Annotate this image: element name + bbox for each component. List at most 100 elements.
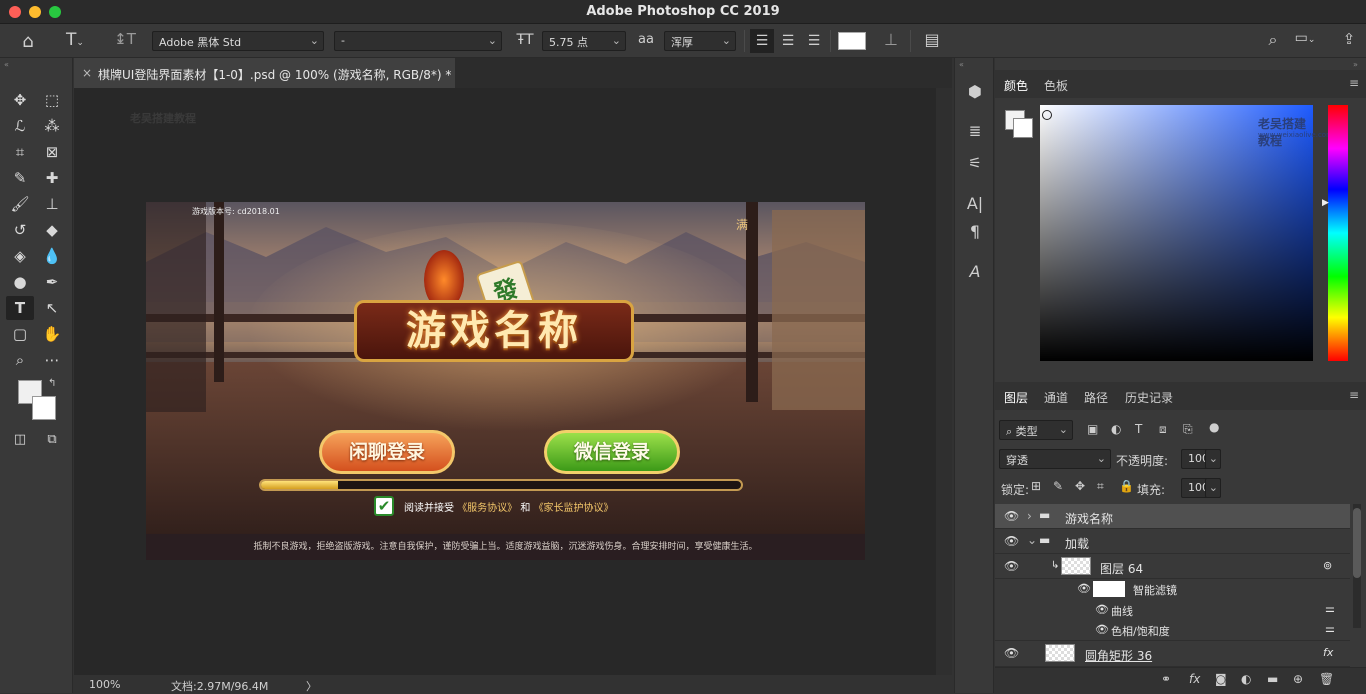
visibility-eye-icon[interactable]: 👁 xyxy=(1004,509,1019,523)
mask-icon[interactable]: ◙ xyxy=(1215,672,1227,686)
text-color-swatch[interactable] xyxy=(838,32,866,50)
opacity-dropdown[interactable]: ⌄ xyxy=(1205,449,1221,469)
tab-channels[interactable]: 通道 xyxy=(1044,389,1068,406)
collapse-panels-icon[interactable]: » xyxy=(1353,60,1358,69)
background-color-swatch[interactable] xyxy=(32,396,56,420)
visibility-eye-icon[interactable]: 👁 xyxy=(1004,534,1019,548)
type-tool-icon[interactable]: T⌄ xyxy=(58,30,92,50)
align-right-icon[interactable]: ☰ xyxy=(802,29,826,53)
font-style-select[interactable]: - ⌄ xyxy=(334,31,502,51)
pixel-filter-icon[interactable]: ▣ xyxy=(1087,422,1098,436)
guardian-agreement-link[interactable]: 《家长监护协议》 xyxy=(534,503,614,514)
layers-panel-menu-icon[interactable]: ≡ xyxy=(1349,388,1359,402)
panels-icon[interactable]: ▤ xyxy=(920,30,944,49)
blur-tool-icon[interactable]: 💧 xyxy=(38,244,66,268)
tab-paths[interactable]: 路径 xyxy=(1084,389,1108,406)
visibility-eye-icon[interactable]: 👁 xyxy=(1004,559,1019,573)
filter-visibility-eye-icon[interactable]: 👁 xyxy=(1095,623,1109,636)
service-agreement-link[interactable]: 《服务协议》 xyxy=(457,503,517,514)
tab-color[interactable]: 颜色 xyxy=(1004,77,1028,94)
link-icon[interactable]: ⚭ xyxy=(1161,672,1171,686)
smart-object-filter-icon[interactable]: ⎘ xyxy=(1183,422,1193,437)
font-size-select[interactable]: 5.75 点 ⌄ xyxy=(542,31,626,51)
character-panel-icon[interactable]: A| xyxy=(963,194,987,213)
agree-checkbox[interactable]: ✔ xyxy=(374,496,394,516)
quick-mask-icon[interactable]: ◫ xyxy=(6,428,34,452)
align-center-icon[interactable]: ☰ xyxy=(776,29,800,53)
fill-dropdown[interactable]: ⌄ xyxy=(1205,478,1221,498)
wechat-login-button[interactable]: 微信登录 xyxy=(544,430,680,474)
type-tool-icon[interactable]: T xyxy=(6,296,34,320)
magic-wand-tool-icon[interactable]: ⁂ xyxy=(38,114,66,138)
antialias-select[interactable]: 浑厚 ⌄ xyxy=(664,31,736,51)
text-orientation-icon[interactable]: ↨T xyxy=(114,30,136,48)
hue-slider-handle[interactable]: ▶ xyxy=(1322,198,1329,208)
properties-icon[interactable]: ⚟ xyxy=(963,154,987,172)
workspace-icon[interactable]: ▭⌄ xyxy=(1290,30,1320,46)
layers-scrollbar-thumb[interactable] xyxy=(1353,508,1361,578)
lock-all-icon[interactable]: 🔒 xyxy=(1119,479,1134,493)
paragraph-panel-icon[interactable]: ¶ xyxy=(963,222,987,241)
layer-row[interactable]: 👁 › ▬ 游戏名称 xyxy=(995,504,1350,529)
screen-mode-icon[interactable]: ⧉ xyxy=(38,428,66,452)
lock-pixels-icon[interactable]: ✎ xyxy=(1053,479,1063,493)
lock-artboard-icon[interactable]: ⌗ xyxy=(1097,479,1104,494)
move-tool-icon[interactable]: ✥ xyxy=(6,88,34,112)
folder-icon[interactable]: ▬ xyxy=(1267,672,1278,686)
shape-tool-icon[interactable]: ▢ xyxy=(6,322,34,346)
share-icon[interactable]: ⇪ xyxy=(1338,30,1360,48)
lock-transparency-icon[interactable]: ⊞ xyxy=(1031,479,1041,493)
guest-login-button[interactable]: 闲聊登录 xyxy=(319,430,455,474)
path-selection-tool-icon[interactable]: ↖ xyxy=(38,296,66,320)
color-picker-field[interactable]: 老吴搭建教程 www.weixiaolive.com xyxy=(1040,105,1333,361)
swap-colors-icon[interactable]: ↰ xyxy=(48,378,56,389)
marquee-tool-icon[interactable]: ⬚ xyxy=(38,88,66,112)
hue-slider[interactable] xyxy=(1328,105,1348,361)
layer-filter-select[interactable]: ⌕ 类型 ⌄ xyxy=(999,420,1073,440)
adjustment-icon[interactable]: ◐ xyxy=(1241,672,1251,686)
collapse-column-icon[interactable]: « xyxy=(959,60,964,69)
brush-settings-icon[interactable]: ≣ xyxy=(963,122,987,140)
tab-layers[interactable]: 图层 xyxy=(1004,389,1028,406)
canvas-vertical-scrollbar[interactable] xyxy=(936,88,952,675)
eraser-tool-icon[interactable]: ◆ xyxy=(38,218,66,242)
home-icon[interactable]: ⌂ xyxy=(16,31,40,52)
fx-icon[interactable]: fx xyxy=(1189,672,1200,686)
chevron-down-icon[interactable]: ⌄ xyxy=(1027,533,1037,547)
warp-text-icon[interactable]: ⊥ xyxy=(880,30,902,49)
login-artwork[interactable]: 游戏版本号: cd2018.01 满 發 游戏名称 闲聊登录 微信登录 ✔ 阅读… xyxy=(146,202,865,560)
fx-badge[interactable]: fx xyxy=(1323,646,1333,659)
glyphs-panel-icon[interactable]: A xyxy=(963,262,987,281)
close-document-icon[interactable]: × xyxy=(82,66,92,80)
trash-icon[interactable]: 🗑 xyxy=(1319,672,1334,686)
healing-brush-tool-icon[interactable]: ✚ xyxy=(38,166,66,190)
3d-panel-icon[interactable]: ⬢ xyxy=(963,82,987,101)
color-picker-cursor[interactable] xyxy=(1042,110,1052,120)
layer-row[interactable]: 👁 ↳ 图层 64 ⊚ xyxy=(995,554,1350,579)
history-brush-tool-icon[interactable]: ↺ xyxy=(6,218,34,242)
brush-tool-icon[interactable]: 🖌 xyxy=(6,192,34,216)
filter-toggle-icon[interactable]: ● xyxy=(1209,420,1219,434)
dodge-tool-icon[interactable]: ● xyxy=(6,270,34,294)
zoom-tool-icon[interactable]: ⌕ xyxy=(6,348,34,372)
collapse-toolbox-icon[interactable]: « xyxy=(4,60,9,69)
pen-tool-icon[interactable]: ✒ xyxy=(38,270,66,294)
type-filter-icon[interactable]: T xyxy=(1135,422,1142,436)
document-tab[interactable]: × 棋牌UI登陆界面素材【1-0】.psd @ 100% (游戏名称, RGB/… xyxy=(74,58,455,88)
visibility-eye-icon[interactable]: 👁 xyxy=(1004,646,1019,660)
new-layer-icon[interactable]: ⊕ xyxy=(1293,672,1303,686)
more-tools-icon[interactable]: ⋯ xyxy=(38,348,66,372)
status-menu-arrow[interactable]: 〉 xyxy=(306,678,317,694)
zoom-level[interactable]: 100% xyxy=(89,678,120,691)
paint-bucket-tool-icon[interactable]: ◈ xyxy=(6,244,34,268)
layer-row[interactable]: 👁 色相/饱和度 ⚌ xyxy=(995,620,1350,641)
color-panel-menu-icon[interactable]: ≡ xyxy=(1349,76,1359,90)
filter-visibility-eye-icon[interactable]: 👁 xyxy=(1095,603,1109,616)
layer-row[interactable]: 👁 ⌄ ▬ 加载 xyxy=(995,529,1350,554)
search-icon[interactable]: ⌕ xyxy=(1262,30,1284,50)
align-left-icon[interactable]: ☰ xyxy=(750,29,774,53)
font-family-select[interactable]: Adobe 黑体 Std ⌄ xyxy=(152,31,324,51)
layers-scrollbar[interactable] xyxy=(1353,504,1361,628)
filter-visibility-eye-icon[interactable]: 👁 xyxy=(1077,582,1091,595)
tab-history[interactable]: 历史记录 xyxy=(1125,389,1173,406)
